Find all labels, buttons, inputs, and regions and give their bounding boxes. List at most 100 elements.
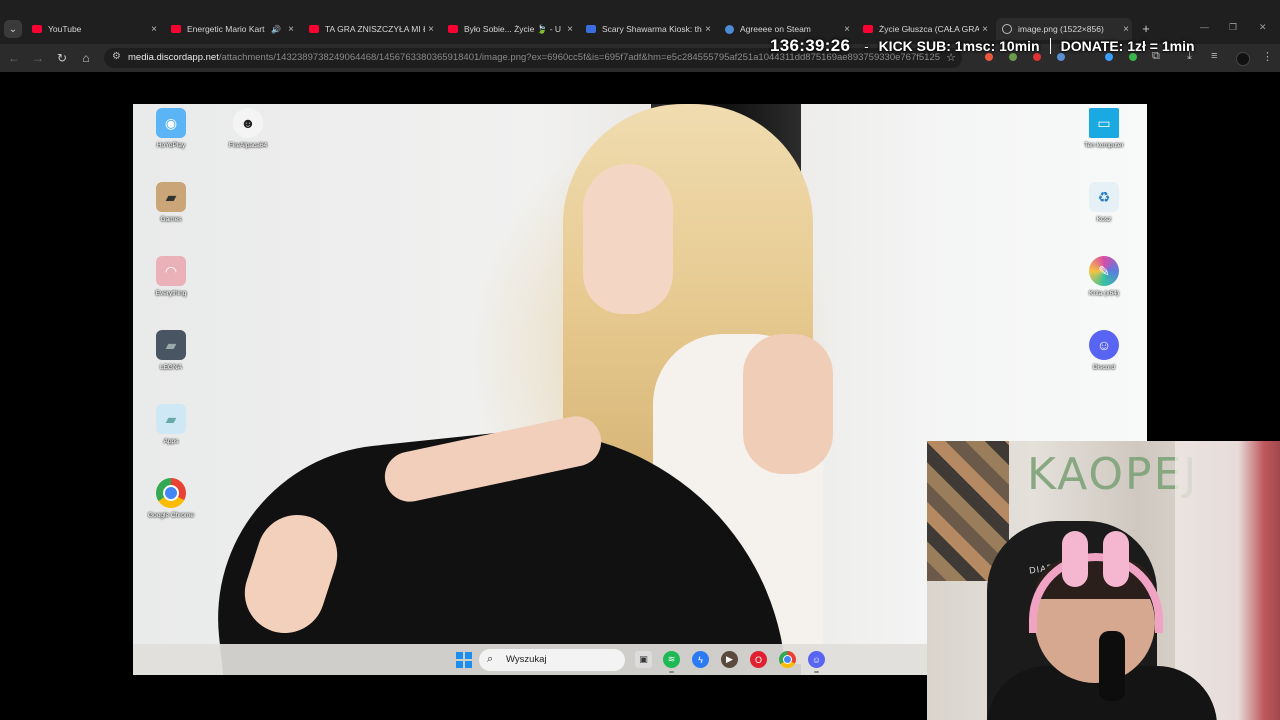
close-icon[interactable]: ×	[425, 24, 437, 35]
tab-title: image.png (1522×856)	[1018, 24, 1104, 34]
desktop-icon-label: Ten komputer	[1084, 142, 1124, 149]
webcam-overlay: KAOPEJ DIABLO	[927, 441, 1280, 720]
recycle-bin-icon: ♻	[1089, 182, 1119, 212]
search-placeholder: Wyszukaj	[506, 654, 547, 665]
desktop-icon-label: Krita (x64)	[1089, 290, 1119, 297]
url-host: media.discordapp.net	[128, 52, 219, 63]
back-icon[interactable]: ←	[6, 50, 22, 66]
speaker-icon[interactable]: 🔊	[271, 25, 281, 34]
webcam-wall-text: KAOPEJ	[1027, 449, 1199, 500]
sidebar-menu-icon[interactable]: ≡	[1211, 50, 1217, 62]
desktop-icon-discord[interactable]: ☺ Discord	[1074, 330, 1134, 371]
media-player-icon[interactable]: ▶	[721, 651, 738, 668]
overlay-dash: -	[864, 38, 869, 54]
tab-scary-shawarma[interactable]: Scary Shawarma Kiosk: th ×	[580, 20, 714, 38]
stream-overlay: 136:39:26 - KICK SUB: 1msc: 10min DONATE…	[770, 35, 1195, 57]
chrome-taskbar-icon[interactable]	[779, 651, 796, 668]
tab-mario-kart[interactable]: Energetic Mario Kart M 🔊 ×	[165, 20, 297, 38]
close-icon[interactable]: ×	[841, 24, 853, 35]
opera-icon[interactable]: O	[750, 651, 767, 668]
overlay-divider	[1049, 38, 1051, 54]
desktop-icon-legna[interactable]: ▰ LEGNA	[141, 330, 201, 371]
krita-icon: ✎	[1089, 256, 1119, 286]
desktop-icon-everything[interactable]: ◠ Everything	[141, 256, 201, 297]
close-icon[interactable]: ×	[979, 24, 991, 35]
youtube-icon	[171, 25, 181, 33]
close-icon[interactable]: ×	[1120, 24, 1132, 35]
bunny-ear-left	[1062, 531, 1088, 587]
desktop-icon-chrome[interactable]: Google Chrome	[141, 478, 201, 519]
desktop-icon-firealpaca[interactable]: ☻ FireAlpaca64	[218, 108, 278, 149]
wallpaper-shoulder	[743, 334, 833, 474]
wallpaper-face	[583, 164, 673, 314]
taskbar-search-box[interactable]: ⌕ Wyszukaj	[479, 649, 625, 671]
desktop-icon-hoyoplay[interactable]: ◉ HoYoPlay	[141, 108, 201, 149]
desktop-icon-label: Apps	[163, 438, 179, 445]
forward-icon[interactable]: →	[30, 50, 46, 66]
desktop-icon-label: Discord	[1092, 364, 1116, 371]
tab-bylo-sobie[interactable]: Było Sobie... Życie 🍃 - U ×	[442, 20, 576, 38]
desktop-icon-label: Kosz	[1096, 216, 1112, 223]
tab-title: Było Sobie... Życie 🍃 - U	[464, 23, 562, 34]
desktop-icon-label: FireAlpaca64	[228, 142, 268, 149]
windows-start-icon[interactable]	[456, 652, 472, 668]
desktop-icon-label: Games	[160, 216, 182, 223]
subathon-timer: 136:39:26	[770, 36, 851, 55]
youtube-icon	[32, 25, 42, 33]
close-icon[interactable]: ×	[564, 24, 576, 35]
reload-icon[interactable]: ↻	[54, 50, 70, 66]
desktop-icon-apps[interactable]: ▰ Apps	[141, 404, 201, 445]
kick-sub-info: KICK SUB: 1msc: 10min	[878, 38, 1040, 54]
close-icon[interactable]: ×	[702, 24, 714, 35]
desktop-icon-label: LEGNA	[159, 364, 183, 371]
messenger-icon[interactable]: ϟ	[692, 651, 709, 668]
desktop-icon-this-pc[interactable]: ▭ Ten komputer	[1074, 108, 1134, 149]
spotify-icon[interactable]: ≋	[663, 651, 680, 673]
tab-youtube[interactable]: YouTube ×	[26, 20, 160, 38]
desktop-icon-krita[interactable]: ✎ Krita (x64)	[1074, 256, 1134, 297]
chrome-icon	[156, 478, 186, 508]
chevron-down-icon: ⌄	[8, 23, 18, 35]
home-icon[interactable]: ⌂	[78, 50, 94, 66]
blue-app-icon	[586, 25, 596, 33]
youtube-icon	[863, 25, 873, 33]
apps-folder-icon: ▰	[156, 404, 186, 434]
tab-title: YouTube	[48, 24, 82, 34]
minimize-icon[interactable]: —	[1200, 22, 1209, 32]
desktop-icon-recycle-bin[interactable]: ♻ Kosz	[1074, 182, 1134, 223]
desktop-icon-games[interactable]: ▰ Games	[141, 182, 201, 223]
discord-icon: ☺	[1089, 330, 1119, 360]
search-icon: ⌕	[487, 653, 494, 665]
profile-avatar[interactable]	[1236, 52, 1250, 66]
task-view-icon[interactable]: ▣	[635, 651, 652, 668]
hoyoplay-icon: ◉	[156, 108, 186, 138]
donate-info: DONATE: 1zł = 1min	[1060, 38, 1195, 54]
tab-search-button[interactable]: ⌄	[4, 20, 22, 38]
microphone-icon	[1099, 631, 1125, 701]
restore-icon[interactable]: ❐	[1229, 22, 1237, 33]
tab-title: Życie Głuszca (CAŁA GRA	[879, 24, 979, 34]
close-icon[interactable]: ×	[148, 24, 160, 35]
discord-taskbar-icon[interactable]: ☺	[808, 651, 825, 673]
everything-icon: ◠	[156, 256, 186, 286]
games-folder-icon: ▰	[156, 182, 186, 212]
windows-taskbar: ⌕ Wyszukaj ▣ ≋ ϟ ▶ O ☺	[133, 644, 927, 675]
bunny-ear-right	[1103, 531, 1129, 587]
site-info-icon[interactable]: ⚙	[112, 51, 121, 62]
more-menu-icon[interactable]: ⋮	[1262, 50, 1273, 63]
close-icon[interactable]: ×	[285, 24, 297, 35]
desktop-icon-label: HoYoPlay	[156, 142, 186, 149]
tab-ta-gra[interactable]: TA GRA ZNISZCZYŁA MI Ł ×	[303, 20, 437, 38]
globe-icon	[1002, 24, 1012, 34]
steam-icon	[725, 24, 734, 34]
window-close-icon[interactable]: ✕	[1259, 22, 1267, 33]
legna-folder-icon: ▰	[156, 330, 186, 360]
desktop-icon-label: Everything	[155, 290, 187, 297]
tab-title: TA GRA ZNISZCZYŁA MI Ł	[325, 24, 425, 34]
this-pc-icon: ▭	[1089, 108, 1119, 138]
youtube-icon	[309, 25, 319, 33]
desktop-icon-label: Google Chrome	[148, 512, 194, 519]
tab-title: Agreeee on Steam	[740, 24, 811, 34]
tab-title: Energetic Mario Kart M	[187, 24, 268, 34]
firealpaca-icon: ☻	[233, 108, 263, 138]
